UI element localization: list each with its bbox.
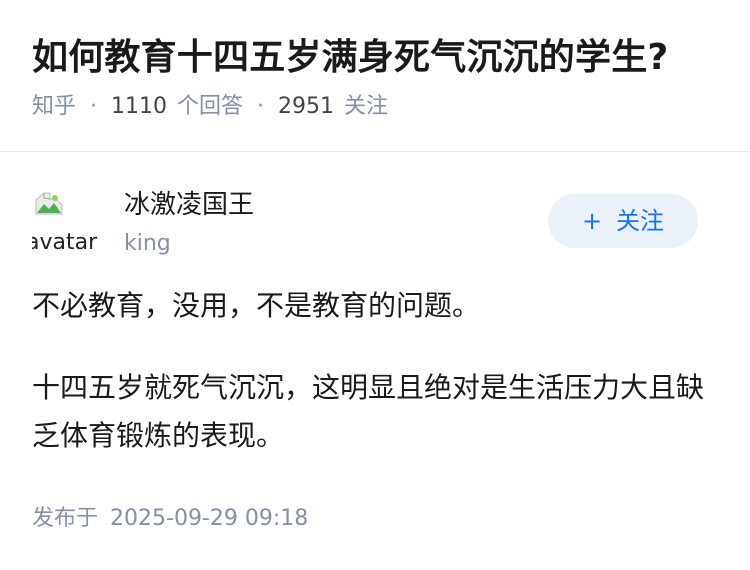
answers-count: 1110: [111, 94, 168, 119]
avatar-alt-text: avatar: [32, 230, 98, 255]
answer-paragraph: 不必教育，没用，不是教育的问题。: [32, 289, 481, 322]
author-headline: king: [124, 231, 171, 256]
broken-image-icon: [35, 192, 63, 215]
answer-footer: 发布于 2025-09-29 09:18: [32, 503, 308, 535]
follow-button[interactable]: + 关注: [548, 194, 698, 248]
answers-label: 个回答: [177, 94, 244, 119]
source-label[interactable]: 知乎: [32, 92, 76, 122]
plus-icon: +: [581, 207, 603, 235]
author-name[interactable]: 冰激凌国王: [124, 188, 254, 222]
follow-count-label: 关注: [344, 94, 389, 119]
author-row: avatar 冰激凌国王 king + 关注: [32, 186, 718, 262]
question-header: 如何教育十四五岁满身死气沉沉的学生? 知乎 · 1110 个回答 · 2951 …: [0, 0, 750, 150]
answer-paragraph: 十四五岁就死气沉沉，这明显且绝对是生活压力大且缺乏体育锻炼的表现。: [32, 371, 705, 452]
avatar[interactable]: avatar: [32, 186, 100, 256]
question-meta: 知乎 · 1110 个回答 · 2951 关注: [32, 92, 718, 122]
meta-separator: ·: [90, 94, 98, 119]
header-divider: [0, 151, 750, 152]
follow-button-label: 关注: [616, 207, 665, 235]
published-date: 2025-09-29 09:18: [110, 506, 309, 531]
published-label: 发布于: [32, 506, 99, 531]
answer-body: 不必教育，没用，不是教育的问题。 十四五岁就死气沉沉，这明显且绝对是生活压力大且…: [32, 282, 718, 460]
meta-separator: ·: [257, 94, 265, 119]
question-title[interactable]: 如何教育十四五岁满身死气沉沉的学生?: [32, 34, 718, 82]
follow-count: 2951: [278, 94, 335, 119]
